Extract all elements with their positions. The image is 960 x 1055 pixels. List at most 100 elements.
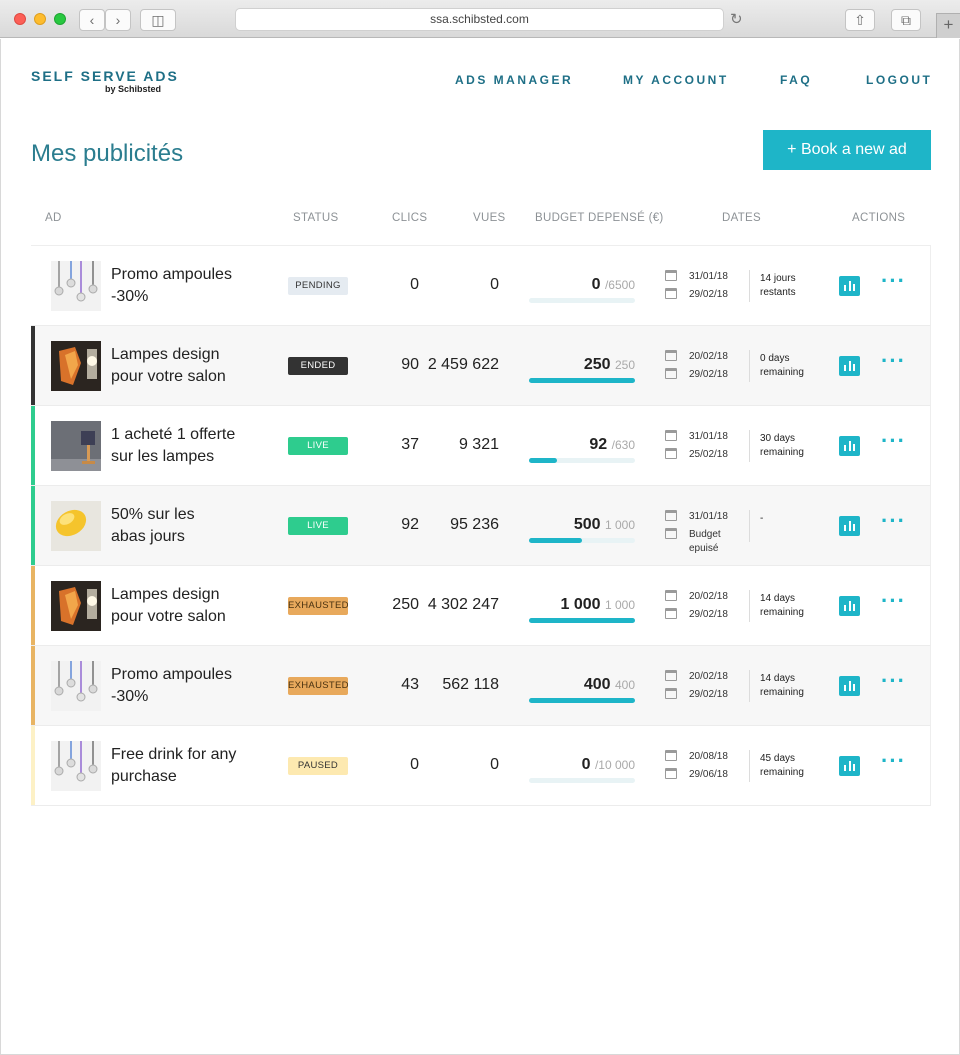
sidebar-icon: ◫ — [151, 12, 165, 28]
table-row[interactable]: Free drink for any purchase PAUSED 0 0 0 /10 … — [31, 726, 931, 806]
minimize-window-button[interactable] — [34, 13, 46, 25]
ad-title-line1: Lampes design — [111, 586, 220, 603]
ad-thumbnail[interactable] — [51, 741, 101, 791]
more-options-button[interactable]: ··· — [881, 430, 906, 452]
more-options-button[interactable]: ··· — [881, 750, 906, 772]
budget-spent-value: 250 — [583, 356, 611, 373]
new-tab-button[interactable]: + — [936, 13, 960, 38]
ad-title[interactable]: Promo ampoules -30% — [111, 664, 261, 708]
address-bar[interactable]: ssa.schibsted.com — [235, 8, 724, 31]
table-row[interactable]: 50% sur les abas jours LIVE 92 95 236 500 1 0… — [31, 486, 931, 566]
ad-thumbnail[interactable] — [51, 421, 101, 471]
budget-max-value: /10 000 — [594, 758, 635, 772]
back-button[interactable]: ‹ — [79, 9, 105, 31]
logo-title: SELF SERVE ADS — [31, 68, 179, 84]
ellipsis-icon: ··· — [881, 668, 906, 693]
budget-progress-fill — [529, 618, 635, 623]
vues-value: 0 — [490, 756, 499, 773]
ellipsis-icon: ··· — [881, 588, 906, 613]
clics-value: 250 — [392, 596, 419, 613]
ad-title-line1: 50% sur les — [111, 506, 195, 523]
end-date: 29/02/18 — [689, 289, 728, 300]
ad-title[interactable]: Lampes design pour votre salon — [111, 344, 261, 388]
logo[interactable]: SELF SERVE ADS by Schibsted — [31, 68, 179, 94]
column-header-actions: ACTIONS — [852, 212, 906, 224]
remaining-line1: 14 days — [760, 593, 796, 604]
nav-ads-manager[interactable]: ADS MANAGER — [455, 73, 573, 87]
share-button[interactable]: ⇧ — [845, 9, 875, 31]
dates-divider — [749, 350, 750, 382]
ad-thumbnail[interactable] — [51, 661, 101, 711]
table-row[interactable]: Promo ampoules -30% EXHAUSTED 43 562 118 400 … — [31, 646, 931, 726]
more-options-button[interactable]: ··· — [881, 510, 906, 532]
ad-title[interactable]: Free drink for any purchase — [111, 744, 261, 788]
table-row[interactable]: Promo ampoules -30% PENDING 0 0 0 /6500 31/01/… — [31, 246, 931, 326]
ellipsis-icon: ··· — [881, 508, 906, 533]
sidebar-toggle-button[interactable]: ◫ — [140, 9, 176, 31]
remaining-time: 14 jours restants — [760, 272, 840, 300]
more-options-button[interactable]: ··· — [881, 670, 906, 692]
status-accent — [31, 406, 35, 485]
remaining-line1: - — [760, 513, 764, 524]
reload-icon[interactable]: ↻ — [730, 10, 743, 28]
ad-title[interactable]: 50% sur les abas jours — [111, 504, 261, 548]
tabs-overview-button[interactable]: ⧉ — [891, 9, 921, 31]
book-new-ad-button[interactable]: + Book a new ad — [763, 130, 931, 170]
remaining-line1: 0 days — [760, 353, 790, 364]
forward-button[interactable]: › — [105, 9, 131, 31]
stats-button[interactable] — [839, 756, 860, 776]
start-date: 20/02/18 — [689, 591, 728, 602]
ad-title[interactable]: Lampes design pour votre salon — [111, 584, 261, 628]
budget-spent: 0 /10 000 — [529, 756, 635, 774]
ad-thumbnail[interactable] — [51, 261, 101, 311]
ellipsis-icon: ··· — [881, 748, 906, 773]
status-accent — [31, 326, 35, 405]
vues-value: 9 321 — [458, 436, 499, 453]
vues-value: 0 — [490, 276, 499, 293]
more-options-button[interactable]: ··· — [881, 350, 906, 372]
table-row[interactable]: Lampes design pour votre salon ENDED 90 2 45… — [31, 326, 931, 406]
ads-table: Promo ampoules -30% PENDING 0 0 0 /6500 31/01/… — [31, 245, 931, 806]
ad-title-line1: Free drink for any — [111, 746, 237, 763]
start-date: 20/02/18 — [689, 671, 728, 682]
dates-divider — [749, 670, 750, 702]
ad-title[interactable]: Promo ampoules -30% — [111, 264, 261, 308]
table-row[interactable]: 1 acheté 1 offerte sur les lampes LIVE 37 9 … — [31, 406, 931, 486]
more-options-button[interactable]: ··· — [881, 590, 906, 612]
ad-title-line1: 1 acheté 1 offerte — [111, 426, 236, 443]
remaining-line2: remaining — [760, 607, 804, 618]
stats-button[interactable] — [839, 356, 860, 376]
end-date: 25/02/18 — [689, 449, 728, 460]
ad-title[interactable]: 1 acheté 1 offerte sur les lampes — [111, 424, 261, 468]
remaining-line1: 45 days — [760, 753, 796, 764]
column-header-budget: BUDGET DEPENSÉ (€) — [535, 212, 664, 224]
ad-thumbnail[interactable] — [51, 341, 101, 391]
remaining-line2: remaining — [760, 767, 804, 778]
stats-button[interactable] — [839, 596, 860, 616]
nav-my-account[interactable]: MY ACCOUNT — [623, 73, 729, 87]
ad-thumbnail[interactable] — [51, 581, 101, 631]
end-date-note: epuisé — [689, 543, 719, 554]
nav-faq[interactable]: FAQ — [780, 73, 812, 87]
zoom-window-button[interactable] — [54, 13, 66, 25]
calendar-start-icon — [665, 670, 677, 681]
calendar-end-icon — [665, 768, 677, 779]
start-date: 31/01/18 — [689, 431, 728, 442]
more-options-button[interactable]: ··· — [881, 270, 906, 292]
table-row[interactable]: Lampes design pour votre salon EXHAUSTED 25… — [31, 566, 931, 646]
ellipsis-icon: ··· — [881, 268, 906, 293]
nav-logout[interactable]: LOGOUT — [866, 73, 932, 87]
calendar-start-icon — [665, 270, 677, 281]
ellipsis-icon: ··· — [881, 428, 906, 453]
budget-progress-bar — [529, 618, 635, 623]
start-date: 20/08/18 — [689, 751, 728, 762]
stats-button[interactable] — [839, 516, 860, 536]
budget-progress-bar — [529, 458, 635, 463]
stats-button[interactable] — [839, 276, 860, 296]
ad-thumbnail[interactable] — [51, 501, 101, 551]
close-window-button[interactable] — [14, 13, 26, 25]
column-header-vues: VUES — [473, 212, 506, 224]
stats-button[interactable] — [839, 676, 860, 696]
vues-value: 562 118 — [442, 676, 499, 693]
stats-button[interactable] — [839, 436, 860, 456]
